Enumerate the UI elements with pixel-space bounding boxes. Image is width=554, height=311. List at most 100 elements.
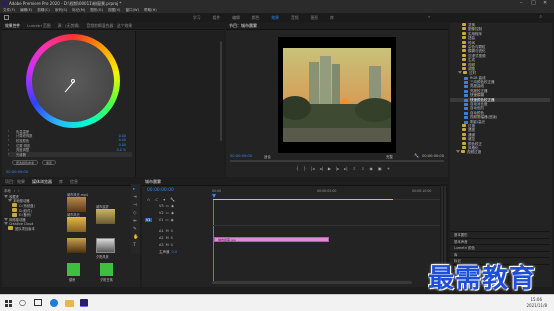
menu-edit[interactable]: 编辑(E): [20, 8, 32, 13]
playhead-bar[interactable]: [230, 160, 444, 162]
mute-icon[interactable]: M: [166, 229, 169, 233]
scrollbar[interactable]: [220, 41, 222, 141]
tab-info[interactable]: 信息: [70, 179, 78, 185]
comparison-view-icon[interactable]: ▣: [378, 166, 382, 171]
reset-button[interactable]: 重置: [42, 160, 57, 165]
menu-view[interactable]: 视图(V): [108, 8, 120, 13]
tab-program[interactable]: 节目：城市晨雾: [229, 23, 257, 29]
lock-icon[interactable]: ▭: [165, 218, 168, 222]
step-forward-icon[interactable]: |▸: [336, 166, 339, 171]
export-frame-icon[interactable]: ◉: [369, 166, 373, 171]
taskbar-time[interactable]: 15:06: [530, 297, 542, 302]
media-thumbnail[interactable]: [100, 263, 113, 276]
mute-icon[interactable]: M: [166, 236, 169, 240]
lift-icon[interactable]: ⇧: [353, 166, 356, 171]
add-button-icon[interactable]: +: [387, 166, 390, 171]
search-icon[interactable]: ⌕: [539, 14, 542, 20]
workspace-tab-libraries[interactable]: 库: [330, 15, 334, 21]
media-thumbnail[interactable]: [67, 217, 86, 232]
linked-selection-icon[interactable]: ⊂: [155, 197, 158, 202]
video-clip[interactable]: 城市晨雾.jpg: [214, 237, 329, 242]
tree-item[interactable]: 团队项目版本: [4, 226, 62, 231]
workspace-tab-editing[interactable]: 编辑: [232, 15, 240, 21]
media-thumbnail[interactable]: [67, 238, 86, 253]
track-v1[interactable]: V1 V1 ▭ ◉: [142, 217, 212, 223]
media-thumbnail[interactable]: [96, 238, 115, 253]
close-button[interactable]: ✕: [543, 0, 551, 7]
task-view-icon[interactable]: [34, 299, 42, 306]
fit-dropdown[interactable]: 适合: [264, 154, 271, 159]
track-a2[interactable]: A2 M S: [142, 235, 212, 241]
edge-icon[interactable]: [50, 299, 58, 307]
menu-marker[interactable]: 标记(M): [72, 8, 85, 13]
step-back-icon[interactable]: ◂|: [319, 166, 322, 171]
tab-project[interactable]: 项目：效果: [5, 179, 25, 185]
track-a1[interactable]: A1 M S: [142, 228, 212, 234]
menu-sequence[interactable]: 序列(S): [55, 8, 67, 13]
quality-dropdown[interactable]: 完整: [386, 154, 393, 159]
solo-icon[interactable]: S: [171, 229, 173, 233]
param-row-selected[interactable]: › 光谱器: [8, 151, 132, 157]
timeline-ruler[interactable]: 00:00 00:00:05:00 00:00:10:00: [212, 188, 446, 200]
wrench-icon[interactable]: 🔧: [414, 153, 419, 158]
effect-item[interactable]: 阴影/高光: [450, 120, 550, 124]
workspace-tab-audio[interactable]: 音频: [291, 15, 299, 21]
tab-effect-controls[interactable]: 效果控件: [5, 23, 20, 29]
snap-icon[interactable]: ∩: [147, 197, 150, 202]
track-master[interactable]: 主声道 0.0: [142, 249, 212, 255]
tab-libraries[interactable]: 库: [59, 179, 63, 185]
back-icon[interactable]: ‹: [14, 189, 15, 193]
workspace-tab-assembly[interactable]: 组件: [213, 15, 221, 21]
color-wheel-handle[interactable]: [71, 79, 75, 83]
effect-folder[interactable]: 视频过渡: [450, 150, 550, 154]
extract-icon[interactable]: ⇩: [361, 166, 364, 171]
mark-out-icon[interactable]: }: [304, 166, 307, 171]
menu-file[interactable]: 文件(F): [3, 8, 15, 13]
color-wheel[interactable]: [26, 34, 120, 128]
maximize-button[interactable]: □: [531, 0, 539, 7]
solo-icon[interactable]: S: [171, 236, 173, 240]
change-color-reference-button[interactable]: 更改颜色参考: [12, 160, 39, 165]
tab-sequence[interactable]: 城市晨雾: [145, 179, 161, 185]
timeline-settings-icon[interactable]: 🔧: [170, 197, 175, 202]
selection-tool-icon[interactable]: ▸: [133, 187, 135, 192]
solo-icon[interactable]: S: [171, 243, 173, 247]
work-area-bar[interactable]: [213, 199, 393, 200]
zoom-scrollbar[interactable]: [212, 281, 412, 284]
go-to-in-icon[interactable]: |◂: [311, 166, 314, 171]
menu-window[interactable]: 窗口(W): [125, 8, 139, 13]
tab-media-browser[interactable]: 媒体浏览器: [32, 179, 52, 185]
lock-icon[interactable]: ▭: [166, 211, 169, 215]
start-button[interactable]: [5, 300, 12, 307]
track-a3[interactable]: A3 M S: [142, 242, 212, 248]
media-thumbnail[interactable]: [67, 197, 86, 212]
type-tool-icon[interactable]: T: [133, 243, 136, 248]
play-icon[interactable]: ▶: [328, 166, 331, 171]
slip-tool-icon[interactable]: ⇹: [133, 219, 137, 224]
explorer-icon[interactable]: [65, 300, 74, 307]
workspace-tab-learn[interactable]: 学习: [193, 15, 201, 21]
menu-clip[interactable]: 剪辑(C): [37, 8, 50, 13]
mark-in-icon[interactable]: {: [296, 166, 299, 171]
premiere-icon[interactable]: [80, 299, 88, 307]
hand-tool-icon[interactable]: ✋: [133, 235, 139, 240]
track-v3[interactable]: V3 ▭ ◉: [142, 203, 212, 209]
tab-audio-mixer[interactable]: 音频剪辑混合器：这个效果: [87, 23, 133, 29]
minimize-button[interactable]: –: [520, 0, 528, 7]
media-thumbnail[interactable]: [96, 209, 115, 224]
eye-icon[interactable]: ◉: [171, 211, 174, 215]
tab-lumetri-scopes[interactable]: Lumetri 范围: [27, 23, 50, 29]
eye-icon[interactable]: ◉: [171, 204, 174, 208]
home-icon[interactable]: [4, 15, 9, 20]
taskbar-date[interactable]: 2021/11/8: [526, 303, 547, 308]
go-to-out-icon[interactable]: ▸|: [344, 166, 347, 171]
tab-source[interactable]: 源：(无剪辑): [58, 23, 80, 29]
mute-icon[interactable]: M: [166, 243, 169, 247]
playhead[interactable]: [212, 194, 216, 198]
lock-icon[interactable]: ▭: [166, 204, 169, 208]
search-taskbar-icon[interactable]: ○: [19, 298, 26, 307]
track-select-tool-icon[interactable]: ⇥: [133, 195, 137, 200]
eye-icon[interactable]: ◉: [171, 218, 174, 222]
ripple-edit-tool-icon[interactable]: ⊣: [133, 203, 137, 208]
workspace-tab-graphics[interactable]: 图形: [311, 15, 319, 21]
